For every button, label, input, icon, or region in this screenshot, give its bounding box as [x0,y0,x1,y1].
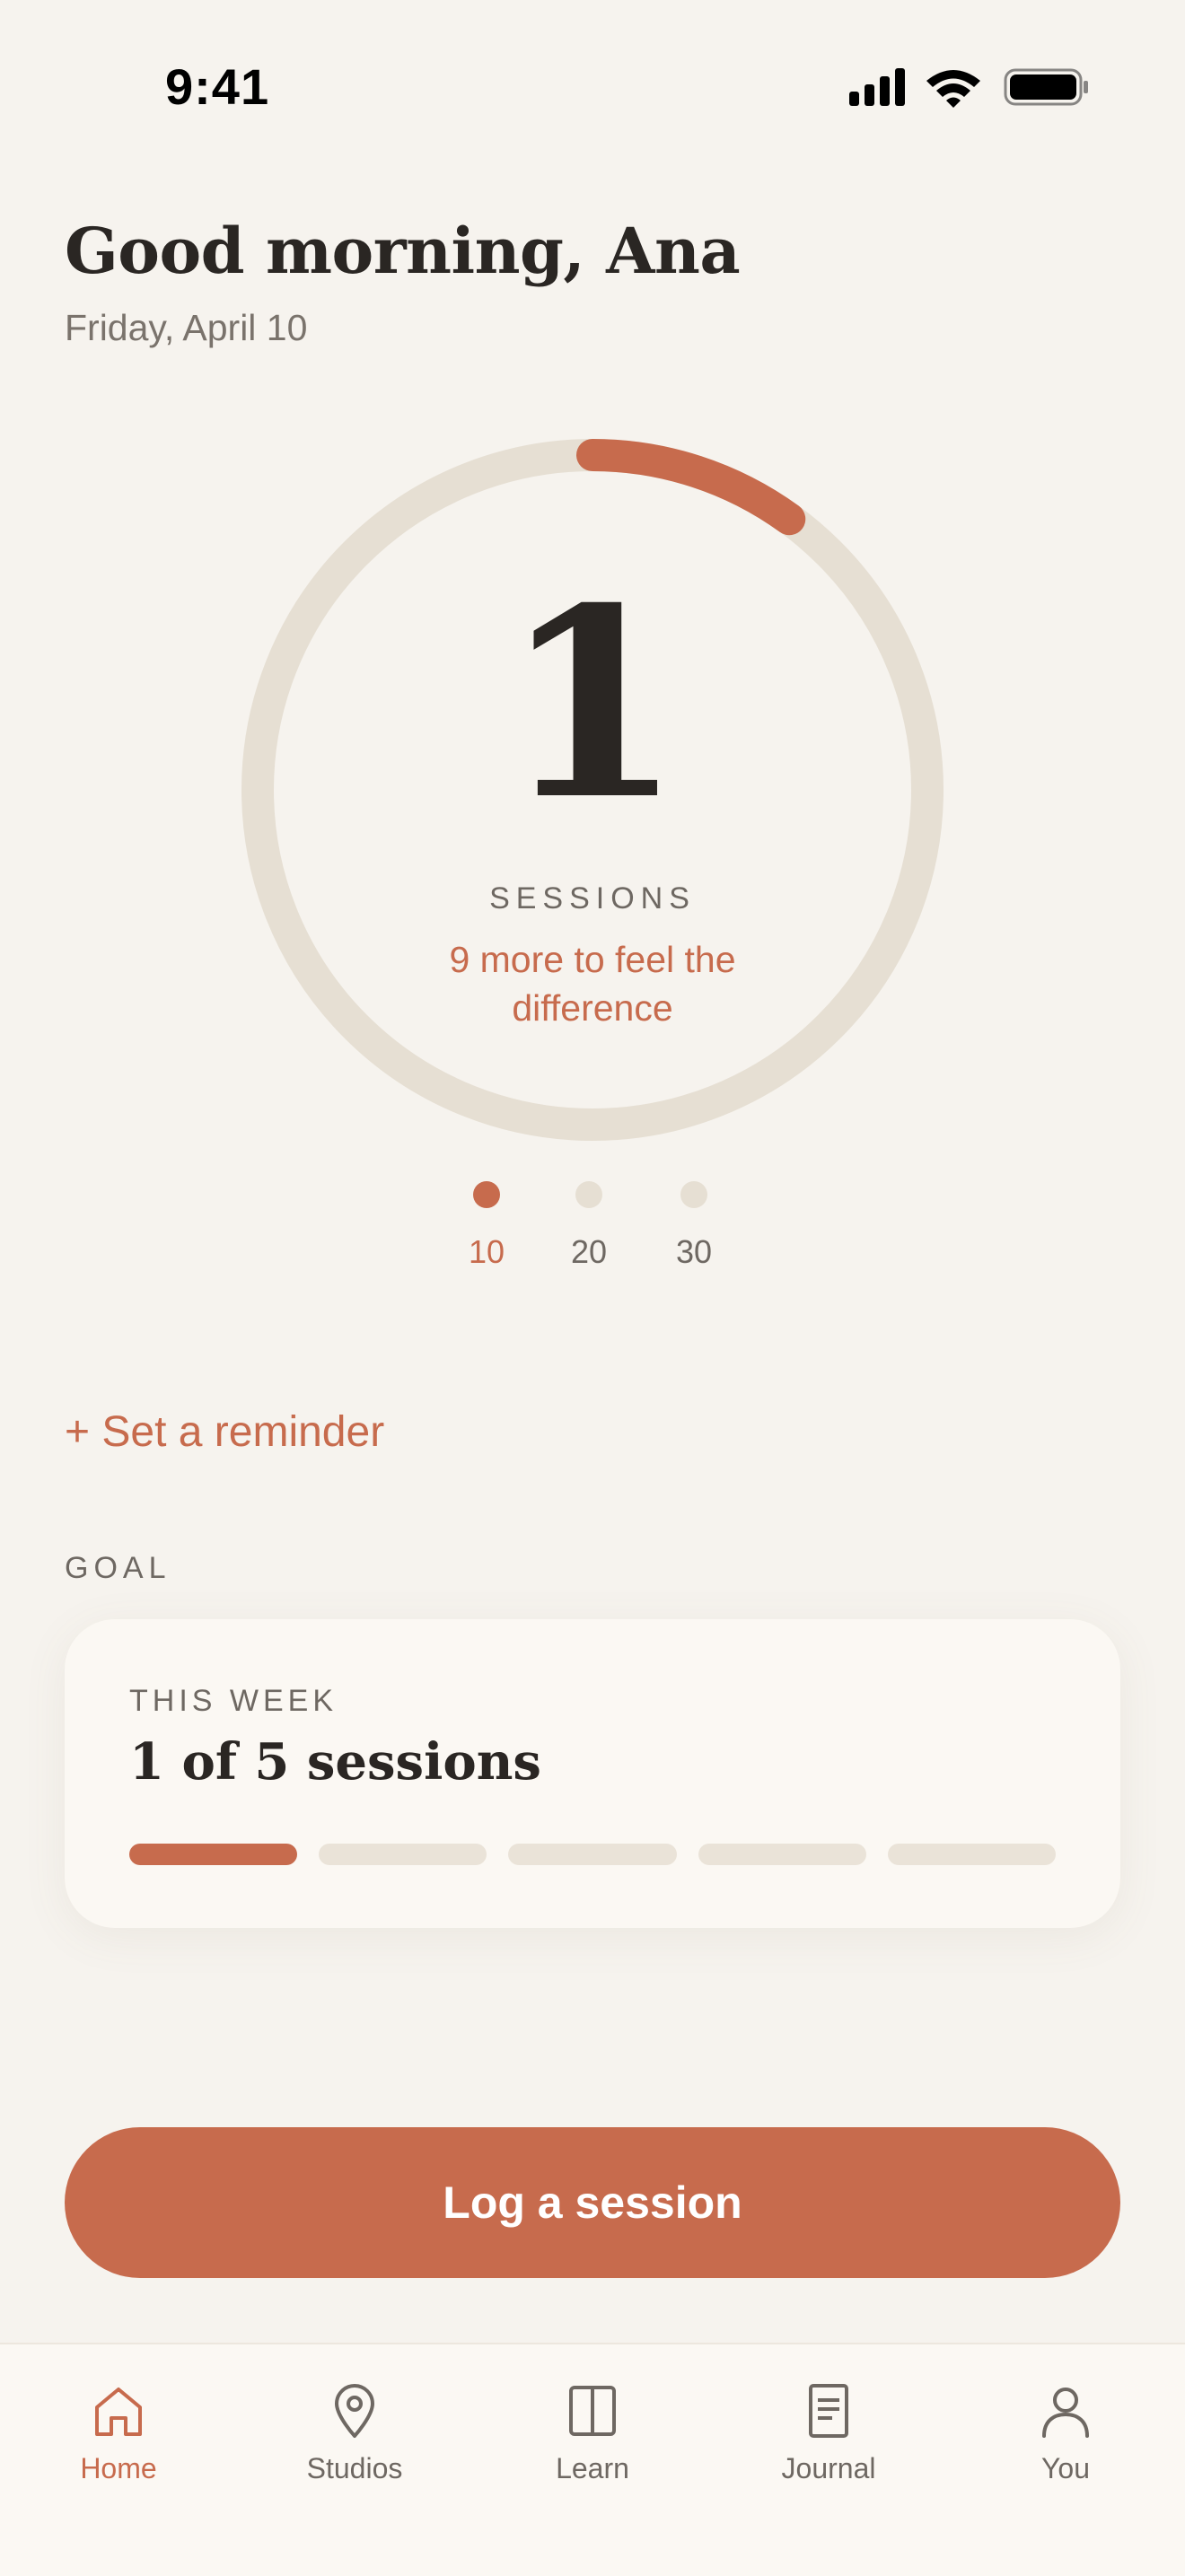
goal-progress-segment [887,1844,1057,1865]
battery-icon [1004,68,1088,106]
status-icons [844,65,1095,110]
signal-icon [849,68,905,106]
goal-progress-segment [698,1844,866,1865]
tab-label: Learn [556,2452,629,2484]
milestone-dot [680,1181,707,1208]
tab-label: Journal [781,2452,876,2484]
sessions-remaining-text: 9 more to feel the difference [449,939,736,1029]
milestone-label: 30 [675,1233,713,1270]
session-count: 1 [502,552,683,857]
milestone-10: 10 [442,1181,531,1271]
sessions-label: SESSIONS [489,881,696,916]
tab-label: You [1041,2452,1090,2484]
set-reminder-link[interactable]: + Set a reminder [65,1407,384,1457]
location-pin-icon [335,2384,374,2438]
wifi-icon [926,70,980,108]
book-icon [569,2386,616,2436]
milestone-label: 20 [570,1233,608,1270]
milestone-label: 10 [468,1233,505,1270]
tab-home[interactable]: Home [20,2382,217,2485]
greeting-title: Good morning, Ana [65,214,741,288]
status-time: 9:41 [165,58,270,115]
journal-icon [809,2384,848,2438]
goal-progress-segment [508,1844,677,1865]
weekly-goal-card[interactable]: THIS WEEK 1 of 5 sessions [65,1619,1120,1928]
tab-label: Home [80,2452,157,2484]
home-icon [95,2388,142,2436]
log-session-button[interactable]: Log a session [65,2127,1120,2278]
goal-progress-segment [129,1844,298,1865]
tab-journal[interactable]: Journal [730,2382,927,2485]
goal-card-label: THIS WEEK [129,1684,338,1718]
goal-card-title: 1 of 5 sessions [129,1732,541,1792]
tab-bar: Home Studios Learn Journal You [0,2343,1185,2576]
goal-progress-segments [129,1844,1057,1865]
goal-progress-segment [319,1844,487,1865]
goal-section-heading: GOAL [65,1551,171,1585]
tab-studios[interactable]: Studios [256,2382,453,2485]
milestone-dot [473,1181,500,1208]
tab-label: Studios [306,2452,403,2484]
milestone-dot [575,1181,602,1208]
milestone-20: 20 [544,1181,634,1271]
milestone-30: 30 [649,1181,739,1271]
person-icon [1042,2388,1089,2438]
date-label: Friday, April 10 [65,307,308,348]
tab-learn[interactable]: Learn [494,2382,691,2485]
progress-ring-arc [576,439,806,536]
tab-you[interactable]: You [967,2382,1164,2485]
